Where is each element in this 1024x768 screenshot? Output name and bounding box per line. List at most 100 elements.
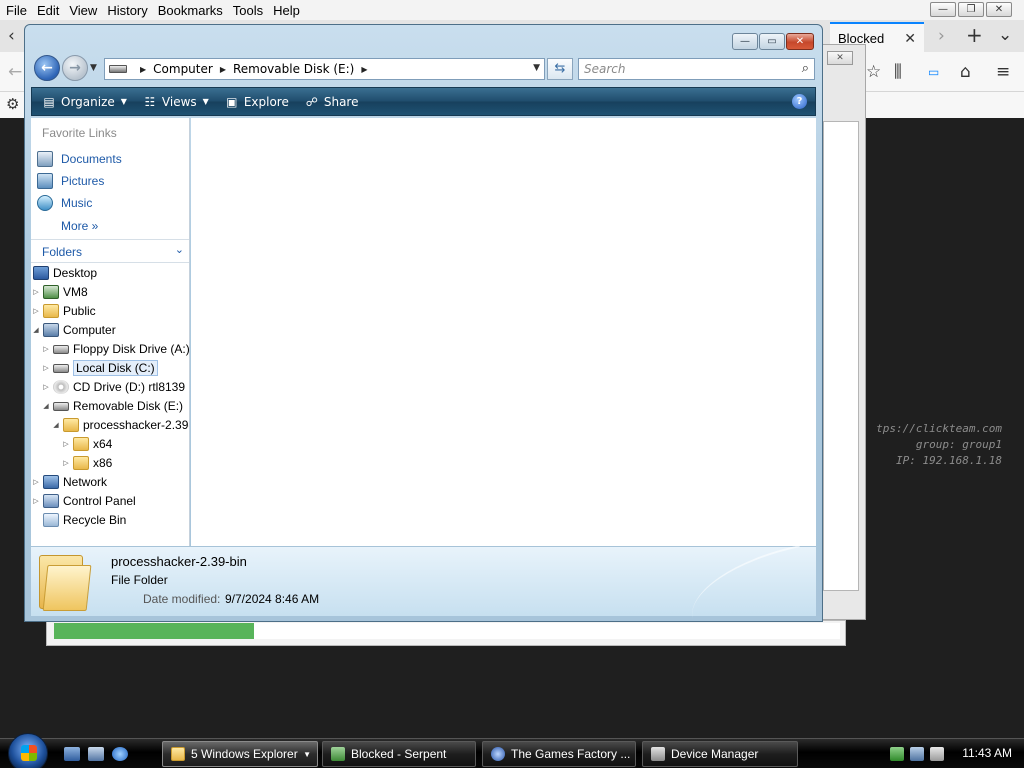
task-device-manager[interactable]: Device Manager <box>642 741 798 767</box>
chevron-down-icon: ▼ <box>303 749 311 759</box>
expand-icon[interactable]: ▷ <box>61 459 71 467</box>
breadcrumb-removable-disk[interactable]: Removable Disk (E:) <box>233 62 354 76</box>
more-links[interactable]: More » <box>61 219 98 233</box>
tree-desktop[interactable]: Desktop <box>31 264 97 282</box>
tree-local-disk[interactable]: ▷ Local Disk (C:) <box>41 359 158 377</box>
dialog-close-icon[interactable]: ✕ <box>827 51 853 65</box>
refresh-button[interactable]: ⇆ <box>547 58 573 80</box>
bookmark-star-icon[interactable]: ☆ <box>866 62 881 82</box>
tree-processhacker[interactable]: ◢ processhacker-2.39- <box>51 416 189 434</box>
minimize-button[interactable]: — <box>930 2 956 17</box>
tree-cd-drive[interactable]: ▷ CD Drive (D:) rtl8139 <box>41 378 185 396</box>
breadcrumb-separator-icon[interactable]: ▶ <box>361 65 367 74</box>
folder-icon <box>171 747 185 761</box>
close-button[interactable]: ✕ <box>986 2 1012 17</box>
tree-network[interactable]: ▷ Network <box>31 473 107 491</box>
recent-pages-dropdown-icon[interactable]: ▼ <box>90 63 97 73</box>
new-tab-icon[interactable]: + <box>966 25 983 45</box>
expand-icon[interactable]: ▷ <box>41 345 51 353</box>
tree-label: Desktop <box>53 266 98 280</box>
task-games-factory[interactable]: The Games Factory ... <box>482 741 636 767</box>
chevron-down-icon[interactable]: ⌄ <box>175 243 184 256</box>
favorite-pictures[interactable]: Pictures <box>37 173 104 189</box>
tab-close-icon[interactable]: ✕ <box>904 30 916 47</box>
volume-muted-icon[interactable] <box>930 747 944 761</box>
share-label: Share <box>323 94 359 109</box>
tree-recycle-bin[interactable]: Recycle Bin <box>41 511 126 529</box>
tree-control-panel[interactable]: ▷ Control Panel <box>31 492 136 510</box>
menu-help[interactable]: Help <box>268 3 305 18</box>
start-button[interactable] <box>8 733 48 768</box>
server-group: group: group1 <box>915 438 1002 451</box>
search-input[interactable]: Search ⌕ <box>578 58 815 80</box>
expand-icon[interactable]: ▷ <box>41 383 51 391</box>
menu-hamburger-icon[interactable]: ≡ <box>996 62 1010 82</box>
maximize-button[interactable]: ▭ <box>759 33 785 50</box>
expand-icon[interactable]: ▷ <box>31 497 41 505</box>
task-windows-explorer[interactable]: 5 Windows Explorer ▼ <box>162 741 318 767</box>
task-label: 5 Windows Explorer <box>191 747 298 761</box>
navigation-pane: Favorite Links Documents Pictures Music … <box>31 118 190 546</box>
close-button[interactable]: ✕ <box>786 33 814 50</box>
back-icon[interactable]: ← <box>8 62 22 82</box>
tab-scroll-left-icon[interactable]: ‹ <box>8 26 15 46</box>
tree-x64[interactable]: ▷ x64 <box>61 435 112 453</box>
show-desktop-icon[interactable] <box>64 747 80 761</box>
expand-icon[interactable]: ▷ <box>31 478 41 486</box>
collapse-icon[interactable]: ◢ <box>51 421 61 429</box>
tree-vm8[interactable]: ▷ VM8 <box>31 283 88 301</box>
home-icon[interactable]: ⌂ <box>960 62 971 82</box>
details-pane: processhacker-2.39-bin File Folder Date … <box>31 545 816 619</box>
tree-computer[interactable]: ◢ Computer <box>31 321 116 339</box>
back-button[interactable]: ← <box>34 55 60 81</box>
favorite-music[interactable]: Music <box>37 195 92 211</box>
explore-button[interactable]: ▣ Explore <box>225 95 289 109</box>
tree-floppy[interactable]: ▷ Floppy Disk Drive (A:) <box>41 340 189 358</box>
favorite-documents[interactable]: Documents <box>37 151 122 167</box>
menu-view[interactable]: View <box>64 3 102 18</box>
menu-history[interactable]: History <box>102 3 152 18</box>
clock[interactable]: 11:43 AM <box>962 746 1012 760</box>
address-bar[interactable]: ▶ Computer ▶ Removable Disk (E:) ▶ ▼ <box>104 58 545 80</box>
search-icon[interactable]: ⌕ <box>802 61 809 76</box>
network-status-icon[interactable] <box>890 747 904 761</box>
menu-file[interactable]: File <box>0 3 32 18</box>
restore-button[interactable]: ❐ <box>958 2 984 17</box>
organize-icon: ▤ <box>43 94 55 109</box>
tab-scroll-right-icon[interactable]: › <box>938 26 945 46</box>
help-icon[interactable]: ? <box>792 94 807 109</box>
breadcrumb-separator-icon[interactable]: ▶ <box>220 65 226 74</box>
display-icon[interactable] <box>910 747 924 761</box>
file-list-pane[interactable] <box>191 118 816 546</box>
organize-button[interactable]: ▤ Organize ▼ <box>42 95 127 109</box>
library-icon[interactable]: ⫼ <box>894 62 902 82</box>
folder-icon <box>73 456 89 470</box>
tree-public[interactable]: ▷ Public <box>31 302 96 320</box>
switch-windows-icon[interactable] <box>88 747 104 761</box>
sidebar-icon[interactable]: ▭ <box>928 62 939 82</box>
expand-icon[interactable]: ▷ <box>31 307 41 315</box>
collapse-icon[interactable]: ◢ <box>31 326 41 334</box>
views-button[interactable]: ☷ Views ▼ <box>143 95 209 109</box>
expand-icon[interactable]: ▷ <box>41 364 51 372</box>
share-button[interactable]: ☍ Share <box>305 95 359 109</box>
tab-list-icon[interactable]: ⌄ <box>998 25 1012 45</box>
breadcrumb-separator-icon[interactable]: ▶ <box>140 65 146 74</box>
task-label: Device Manager <box>671 747 759 761</box>
tree-removable-disk[interactable]: ◢ Removable Disk (E:) <box>41 397 183 415</box>
collapse-icon[interactable]: ◢ <box>41 402 51 410</box>
tree-x86[interactable]: ▷ x86 <box>61 454 112 472</box>
expand-icon[interactable]: ▷ <box>61 440 71 448</box>
expand-icon[interactable]: ▷ <box>31 288 41 296</box>
minimize-button[interactable]: — <box>732 33 758 50</box>
address-dropdown-icon[interactable]: ▼ <box>533 63 540 73</box>
menu-tools[interactable]: Tools <box>228 3 268 18</box>
forward-button[interactable]: → <box>62 55 88 81</box>
folders-header[interactable]: Folders ⌄ <box>31 239 189 263</box>
task-blocked-serpent[interactable]: Blocked - Serpent <box>322 741 476 767</box>
breadcrumb-computer[interactable]: Computer <box>153 62 213 76</box>
menu-bookmarks[interactable]: Bookmarks <box>153 3 228 18</box>
menu-edit[interactable]: Edit <box>32 3 64 18</box>
internet-explorer-icon[interactable] <box>112 747 128 761</box>
gear-icon[interactable]: ⚙ <box>6 94 19 114</box>
